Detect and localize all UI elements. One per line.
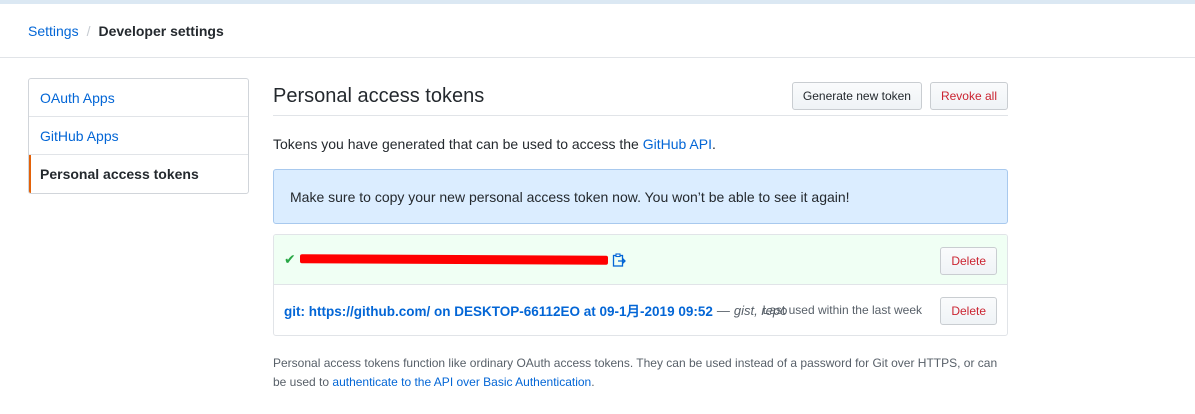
page-title: Personal access tokens bbox=[273, 85, 485, 107]
copy-token-flash: Make sure to copy your new personal acce… bbox=[273, 169, 1008, 224]
breadcrumb-current: Developer settings bbox=[98, 22, 224, 39]
footnote-end: . bbox=[591, 375, 595, 389]
token-dash: — bbox=[716, 302, 730, 318]
basic-auth-link[interactable]: authenticate to the API over Basic Authe… bbox=[332, 375, 591, 389]
tokens-description: Tokens you have generated that can be us… bbox=[273, 136, 1008, 152]
delete-token-button[interactable]: Delete bbox=[940, 297, 997, 325]
header-actions: Generate new token Revoke all bbox=[791, 81, 1008, 110]
footnote: Personal access tokens function like ord… bbox=[273, 354, 1008, 392]
token-last-used: Last used within the last week bbox=[762, 303, 922, 317]
clipboard-copy-icon[interactable] bbox=[612, 252, 626, 267]
breadcrumb-settings-link[interactable]: Settings bbox=[28, 23, 79, 39]
revoke-all-button[interactable]: Revoke all bbox=[929, 81, 1008, 110]
delete-new-token-button[interactable]: Delete bbox=[940, 247, 997, 275]
main-content: Personal access tokens Generate new toke… bbox=[273, 78, 1008, 404]
description-text: Tokens you have generated that can be us… bbox=[273, 136, 643, 152]
redacted-token-value bbox=[299, 254, 609, 265]
token-row: git: https://github.com/ on DESKTOP-6611… bbox=[274, 285, 1007, 335]
description-end: . bbox=[711, 136, 716, 152]
page-header: Personal access tokens Generate new toke… bbox=[273, 78, 1008, 116]
sidebar-item-github-apps[interactable]: GitHub Apps bbox=[29, 117, 248, 155]
generate-new-token-button[interactable]: Generate new token bbox=[791, 81, 922, 110]
sidebar-item-personal-access-tokens[interactable]: Personal access tokens bbox=[29, 155, 248, 193]
github-api-link[interactable]: GitHub API bbox=[643, 136, 712, 152]
sidebar-item-oauth-apps[interactable]: OAuth Apps bbox=[29, 79, 248, 117]
flash-message: Make sure to copy your new personal acce… bbox=[290, 188, 850, 205]
breadcrumb: Settings / Developer settings bbox=[0, 4, 1195, 58]
new-token-row: ✔ Delete bbox=[274, 235, 1007, 285]
breadcrumb-separator: / bbox=[86, 22, 91, 39]
check-icon: ✔ bbox=[284, 251, 296, 267]
settings-sidebar: OAuth Apps GitHub Apps Personal access t… bbox=[28, 78, 249, 194]
token-list: ✔ Delete git: https://github.com/ on DES… bbox=[273, 234, 1008, 336]
token-name-link[interactable]: git: https://github.com/ on DESKTOP-6611… bbox=[284, 300, 713, 320]
